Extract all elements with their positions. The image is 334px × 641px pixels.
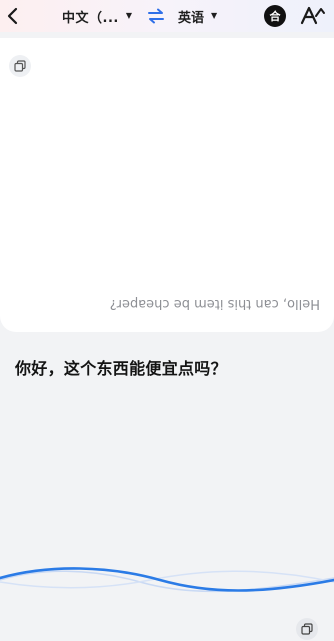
source-language-selector[interactable]: 中文（... ▼ <box>62 6 132 26</box>
swap-languages-button[interactable] <box>147 7 165 25</box>
upper-translation-panel: Hello, can this item be cheaper? <box>0 38 334 332</box>
copy-icon <box>14 60 26 72</box>
translation-screen: 中文（... ▼ 英语 ▼ 合 Hello, can this item be … <box>0 0 334 641</box>
top-bar: 中文（... ▼ 英语 ▼ 合 <box>0 0 334 32</box>
caret-down-icon: ▼ <box>211 10 218 20</box>
translated-text-rotated: Hello, can this item be cheaper? <box>109 296 320 311</box>
font-size-button[interactable] <box>298 4 326 28</box>
target-language-label: 英语 <box>178 10 205 26</box>
copy-button-top[interactable] <box>9 55 31 77</box>
copy-icon <box>301 623 313 635</box>
chevron-left-icon <box>7 7 18 25</box>
swap-arrows-icon <box>148 8 164 24</box>
merge-button[interactable]: 合 <box>264 5 286 27</box>
voice-waveform <box>0 567 334 593</box>
target-language-selector[interactable]: 英语 ▼ <box>178 6 217 26</box>
source-text: 你好，这个东西能便宜点吗？ <box>15 359 227 378</box>
source-language-label: 中文（... <box>62 10 119 26</box>
caret-down-icon: ▼ <box>125 10 132 20</box>
merge-label: 合 <box>269 10 281 23</box>
copy-button-bottom[interactable] <box>296 618 318 640</box>
font-size-icon <box>300 6 325 25</box>
back-button[interactable] <box>2 4 24 28</box>
